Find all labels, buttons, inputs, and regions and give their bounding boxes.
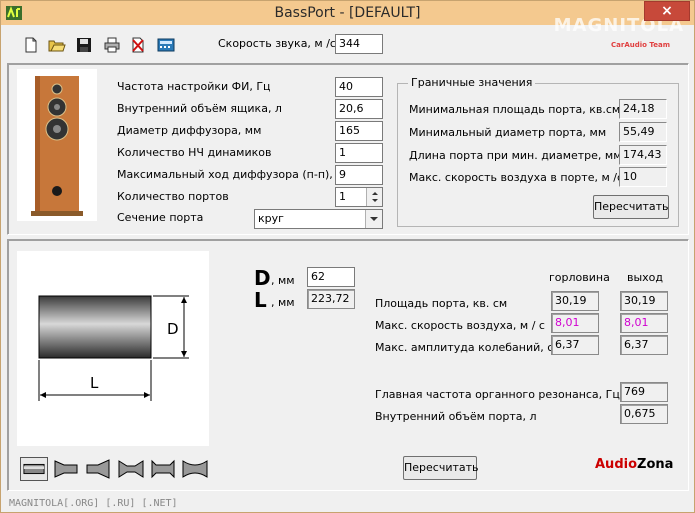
port-area-label: Площадь порта, кв. см	[375, 297, 508, 310]
spin-buttons[interactable]	[366, 188, 382, 206]
port-diameter-input[interactable]: 62	[307, 267, 355, 287]
calculator-icon[interactable]	[157, 36, 175, 54]
port-length-label: Длина порта при мин. диаметре, мм	[409, 149, 622, 162]
status-bar: MAGNITOLA[.ORG] [.RU] [.NET]	[9, 498, 178, 509]
sound-speed-input[interactable]: 344	[335, 34, 383, 54]
port-count-value: 1	[339, 190, 346, 203]
port-volume-label: Внутренний объём порта, л	[375, 410, 537, 423]
port-diagram: D L	[17, 251, 209, 446]
box-volume-input[interactable]: 20,6	[335, 99, 383, 119]
l-letter: L	[254, 288, 267, 312]
spin-arrows-icon	[372, 192, 378, 202]
port-section-select[interactable]: круг	[254, 209, 383, 229]
port-count-label: Количество портов	[117, 190, 229, 203]
area-throat-value: 30,19	[551, 291, 599, 311]
diagram-d-label: D	[167, 320, 179, 338]
max-air-speed-label: Макс. скорость воздуха в порте, м /с	[409, 171, 624, 184]
recalc-limits-button[interactable]: Пересчитать	[593, 195, 669, 219]
woofer-count-input[interactable]: 1	[335, 143, 383, 163]
chevron-down-icon	[370, 217, 378, 221]
exit-column-header: выход	[627, 271, 664, 284]
box-volume-label: Внутренний объём ящика, л	[117, 102, 282, 115]
title-bar[interactable]: BassPort - [DEFAULT] MAGNITOLA CarAudio …	[1, 1, 694, 49]
max-air-speed-value: 10	[619, 167, 667, 187]
double-flare-port-icon[interactable]	[117, 457, 145, 481]
air-speed-exit-value: 8,01	[620, 313, 668, 333]
limits-title: Граничные значения	[408, 76, 536, 89]
resonance-label: Главная частота органного резонанса, Гц	[375, 388, 620, 401]
resonance-value: 769	[620, 382, 668, 402]
port-section-label: Сечение порта	[117, 211, 204, 224]
woofer-count-label: Количество НЧ динамиков	[117, 146, 272, 159]
port-count-stepper[interactable]: 1	[335, 187, 383, 207]
min-area-label: Минимальная площадь порта, кв.см.	[409, 103, 624, 116]
amplitude-label: Макс. амплитуда колебаний, см	[375, 341, 562, 354]
audiozona-logo: AudioZona	[595, 457, 674, 472]
throat-column-header: горловина	[549, 271, 610, 284]
tuning-freq-input[interactable]: 40	[335, 77, 383, 97]
area-exit-value: 30,19	[620, 291, 668, 311]
d-unit: , мм	[271, 274, 295, 287]
toolbar: Скорость звука, м /с 344	[1, 25, 694, 61]
port-section-value: круг	[258, 212, 284, 225]
open-folder-icon[interactable]	[48, 36, 66, 54]
tuning-freq-label: Частота настройки ФИ, Гц	[117, 80, 271, 93]
port-volume-value: 0,675	[620, 404, 668, 424]
l-unit: , мм	[271, 296, 295, 309]
diagram-l-label: L	[90, 374, 99, 392]
min-diameter-label: Минимальный диаметр порта, мм	[409, 126, 607, 139]
close-icon: ×	[661, 3, 673, 19]
max-excursion-input[interactable]: 9	[335, 165, 383, 185]
app-window: BassPort - [DEFAULT] MAGNITOLA CarAudio …	[0, 0, 695, 513]
min-diameter-value: 55,49	[619, 122, 667, 142]
double-horn-port-icon[interactable]	[181, 457, 209, 481]
cone-diameter-input[interactable]: 165	[335, 121, 383, 141]
d-letter: D	[254, 266, 271, 290]
straight-port-icon[interactable]	[20, 457, 48, 481]
horn-port-icon[interactable]	[84, 457, 112, 481]
air-speed-throat-value: 8,01	[551, 313, 599, 333]
air-speed-label: Макс. скорость воздуха, м / с	[375, 319, 545, 332]
amplitude-exit-value: 6,37	[620, 335, 668, 355]
sound-speed-label: Скорость звука, м /с	[218, 37, 336, 50]
port-length-value: 174,43	[619, 145, 667, 165]
speaker-image	[17, 69, 97, 221]
close-button[interactable]: ×	[644, 1, 690, 21]
max-excursion-label: Максимальный ход диффузора (п-п), мм	[117, 168, 353, 181]
delete-icon[interactable]	[129, 36, 147, 54]
new-file-icon[interactable]	[22, 36, 40, 54]
dropdown-arrow[interactable]	[365, 210, 382, 228]
min-area-value: 24,18	[619, 99, 667, 119]
cone-diameter-label: Диаметр диффузора, мм	[117, 124, 262, 137]
amplitude-throat-value: 6,37	[551, 335, 599, 355]
flared-port-icon[interactable]	[52, 457, 80, 481]
print-icon[interactable]	[103, 36, 121, 54]
recalc-port-button[interactable]: Пересчитать	[403, 456, 479, 480]
save-disk-icon[interactable]	[75, 36, 93, 54]
flanged-port-icon[interactable]	[149, 457, 177, 481]
port-length-output: 223,72	[307, 289, 355, 309]
